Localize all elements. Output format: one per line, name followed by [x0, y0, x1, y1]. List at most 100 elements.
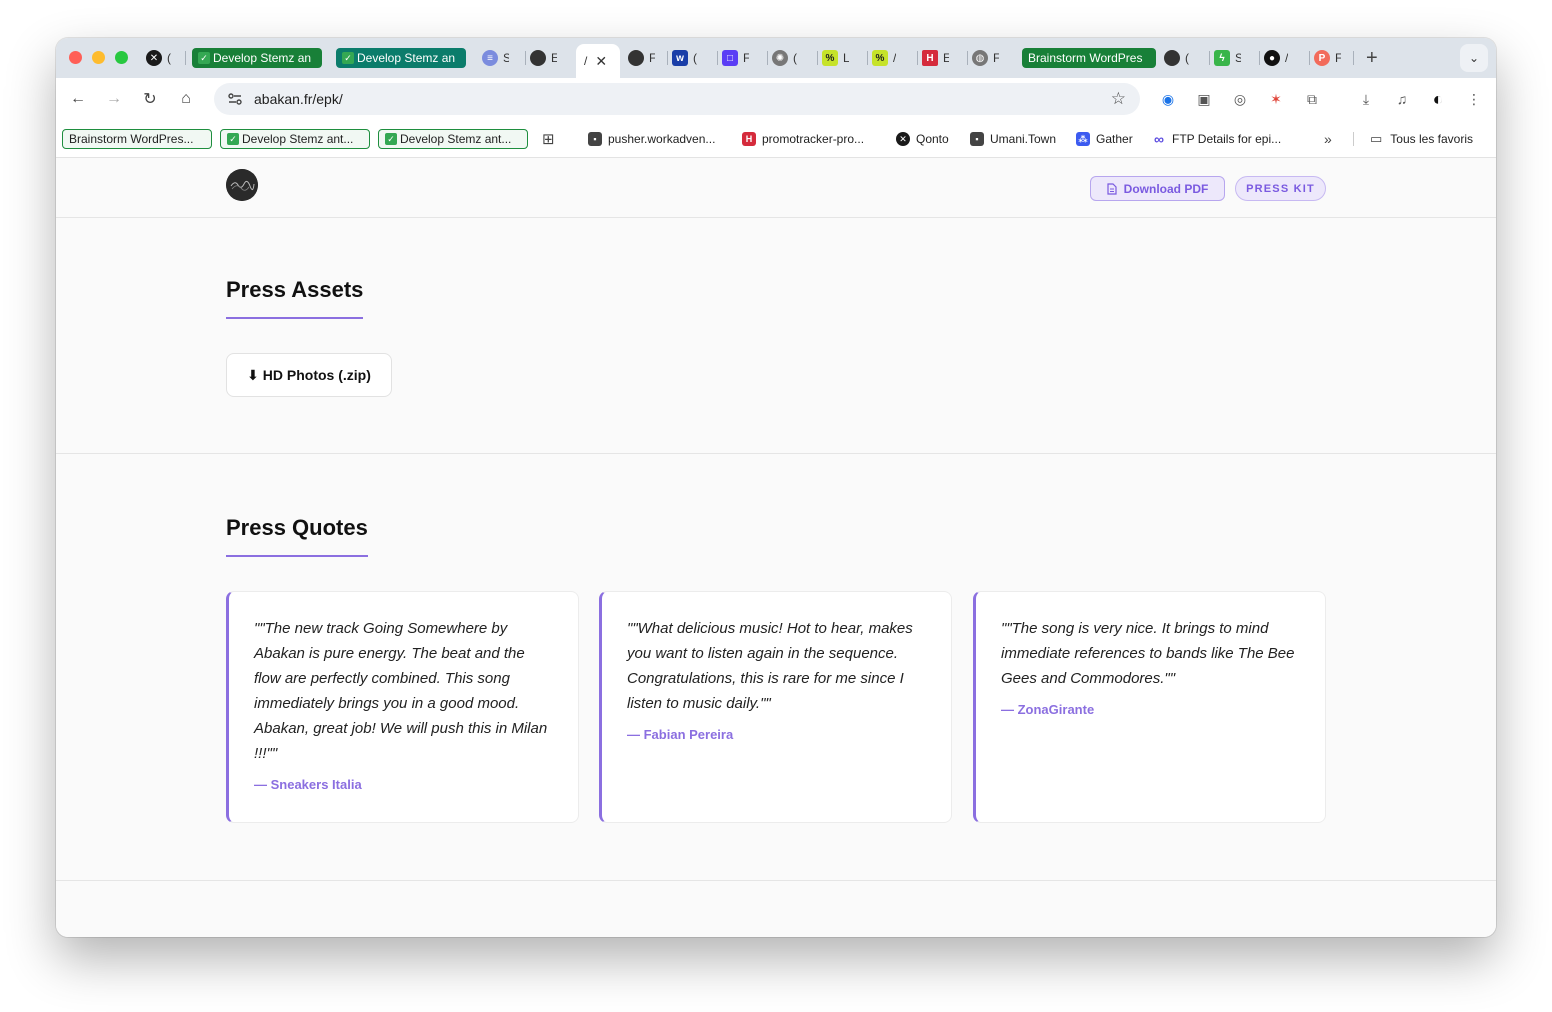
stack-icon: ≡	[482, 50, 498, 66]
lime-icon: %	[822, 50, 838, 66]
apps-grid-icon[interactable]: ⊞	[542, 128, 555, 150]
address-bar[interactable]: abakan.fr/epk/ ☆	[214, 83, 1140, 115]
menu-kebab-icon[interactable]: ⋮	[1464, 89, 1484, 109]
browser-tab[interactable]: ≡ S	[478, 44, 526, 72]
x-circle-icon: ✕	[146, 50, 162, 66]
close-tab-icon[interactable]: ✕	[595, 53, 607, 70]
quote-text: ""The song is very nice. It brings to mi…	[1001, 620, 1295, 687]
bookmarks-bar: Brainstorm WordPres... ✓ Develop Stemz a…	[56, 120, 1496, 158]
browser-tab[interactable]: ✓ Develop Stemz an	[186, 44, 332, 72]
press-kit-button[interactable]: PRESS KIT	[1235, 176, 1326, 201]
check-icon: ✓	[227, 133, 239, 145]
x-circle-icon: ✕	[896, 132, 910, 146]
browser-tab[interactable]: ◍ F	[968, 44, 1018, 72]
globe-icon: ◍	[972, 50, 988, 66]
page-icon: ▪	[588, 132, 602, 146]
browser-toolbar: ← → ↻ ⌂ abakan.fr/epk/ ☆ ◉ ▣ ◎ ✶ ⧉ ⤓ ♫ ◐…	[56, 78, 1496, 120]
browser-tab[interactable]: % L	[818, 44, 868, 72]
browser-tab[interactable]: ✓ Develop Stemz an	[332, 44, 478, 72]
downloads-icon[interactable]: ⤓	[1356, 89, 1376, 109]
browser-tab[interactable]: □ F	[718, 44, 768, 72]
forward-button[interactable]: →	[102, 87, 126, 111]
site-header: Download PDF PRESS KIT	[56, 158, 1496, 218]
profile-avatar-icon[interactable]: ◐	[1428, 89, 1448, 109]
tab-search-button[interactable]: ⌄	[1460, 44, 1488, 72]
dark-circle-icon	[530, 50, 546, 66]
site-logo[interactable]	[226, 169, 258, 201]
square-icon: □	[722, 50, 738, 66]
bookmark-item[interactable]: ✓ Develop Stemz ant...	[220, 129, 370, 149]
hd-photos-download-button[interactable]: ⬇ HD Photos (.zip)	[226, 353, 392, 397]
section-divider	[56, 880, 1496, 881]
back-button[interactable]: ←	[66, 87, 90, 111]
p-icon: P	[1314, 50, 1330, 66]
media-queue-icon[interactable]: ♫	[1392, 89, 1412, 109]
bookmark-item[interactable]: ▪ Umani.Town	[970, 128, 1056, 150]
browser-tab[interactable]: P F	[1310, 44, 1354, 72]
dark-circle-icon	[1164, 50, 1180, 66]
browser-tab[interactable]: ϟ S	[1210, 44, 1260, 72]
browser-window: ✕ ( ✓ Develop Stemz an ✓ Develop Stemz a…	[56, 38, 1496, 937]
bookmark-item[interactable]: ▪ pusher.workadven...	[588, 128, 715, 150]
tab-group-pill: ✓ Develop Stemz an	[192, 48, 322, 68]
download-pdf-button[interactable]: Download PDF	[1090, 176, 1225, 201]
check-icon: ✓	[385, 133, 397, 145]
all-bookmarks-folder[interactable]: ▭ Tous les favoris	[1370, 128, 1473, 150]
browser-tab[interactable]: F	[624, 44, 668, 72]
check-icon: ✓	[198, 52, 210, 64]
grammar-icon[interactable]: ◎	[1230, 89, 1250, 109]
home-button[interactable]: ⌂	[174, 87, 198, 111]
browser-tab[interactable]: Brainstorm WordPres	[1018, 44, 1160, 72]
quote-text: ""The new track Going Somewhere by Abaka…	[254, 620, 548, 762]
camera-icon[interactable]: ▣	[1194, 89, 1214, 109]
bookmark-item[interactable]: ⁂ Gather	[1076, 128, 1133, 150]
tab-group-pill: Brainstorm WordPres	[1022, 48, 1156, 68]
bookmark-item[interactable]: ∞ FTP Details for epi...	[1152, 128, 1281, 150]
minimize-window-button[interactable]	[92, 51, 105, 64]
page-icon: ▪	[970, 132, 984, 146]
quote-author: — ZonaGirante	[1001, 702, 1095, 717]
extension-c-icon[interactable]: ◉	[1158, 89, 1178, 109]
quote-card: ""The new track Going Somewhere by Abaka…	[226, 591, 579, 823]
browser-tab[interactable]: E	[526, 44, 576, 72]
active-browser-tab[interactable]: / ✕	[576, 44, 620, 78]
github-icon: ●	[1264, 50, 1280, 66]
bookmark-item[interactable]: H promotracker-pro...	[742, 128, 864, 150]
folder-icon: ▭	[1370, 131, 1383, 146]
document-icon	[1107, 182, 1117, 195]
quote-card: ""What delicious music! Hot to hear, mak…	[599, 591, 952, 823]
openai-icon: ✺	[772, 50, 788, 66]
reload-button[interactable]: ↻	[138, 87, 162, 111]
extensions-puzzle-icon[interactable]: ⧉	[1302, 89, 1322, 109]
browser-tab[interactable]: ✺ (	[768, 44, 818, 72]
more-bookmarks-button[interactable]: »	[1324, 128, 1332, 150]
quote-card: ""The song is very nice. It brings to mi…	[973, 591, 1326, 823]
press-assets-title: Press Assets	[226, 277, 364, 319]
tab-group-pill: ✓ Develop Stemz an	[336, 48, 466, 68]
page-content: Download PDF PRESS KIT Press Assets ⬇ HD…	[56, 158, 1496, 937]
h-icon: H	[742, 132, 756, 146]
browser-tab[interactable]: ● /	[1260, 44, 1310, 72]
maximize-window-button[interactable]	[115, 51, 128, 64]
browser-tab[interactable]: % /	[868, 44, 918, 72]
browser-tab[interactable]: (	[1160, 44, 1210, 72]
gather-icon: ⁂	[1076, 132, 1090, 146]
press-quotes-title: Press Quotes	[226, 515, 368, 557]
new-tab-button[interactable]: +	[1366, 48, 1378, 68]
bookmark-item[interactable]: Brainstorm WordPres...	[62, 129, 212, 149]
tab-list: ✕ ( ✓ Develop Stemz an ✓ Develop Stemz a…	[142, 44, 1496, 78]
browser-tab[interactable]: w (	[668, 44, 718, 72]
tab-strip: ✕ ( ✓ Develop Stemz an ✓ Develop Stemz a…	[56, 38, 1496, 78]
extension-bird-icon[interactable]: ✶	[1266, 89, 1286, 109]
bookmark-item[interactable]: ✕ Qonto	[896, 128, 949, 150]
bookmark-star-icon[interactable]: ☆	[1111, 89, 1126, 109]
browser-tab[interactable]: H E	[918, 44, 968, 72]
quote-text: ""What delicious music! Hot to hear, mak…	[627, 620, 913, 712]
site-settings-icon[interactable]	[226, 90, 244, 108]
close-window-button[interactable]	[69, 51, 82, 64]
bolt-icon: ϟ	[1214, 50, 1230, 66]
section-divider	[56, 453, 1496, 454]
browser-tab[interactable]: ✕ (	[142, 44, 186, 72]
bookmark-item[interactable]: ✓ Develop Stemz ant...	[378, 129, 528, 149]
dark-circle-icon	[628, 50, 644, 66]
